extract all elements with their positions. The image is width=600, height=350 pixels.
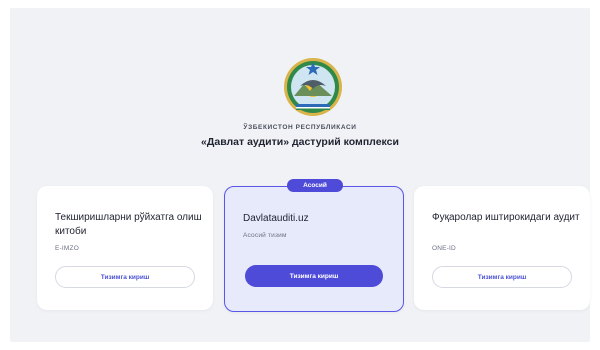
card-auth-method: E-IMZO [55, 245, 79, 252]
card-title: Фуқаролар иштирокидаги аудит [432, 212, 580, 223]
card-title: Davlatauditi.uz [243, 213, 309, 224]
main-badge: Асосий [287, 179, 343, 192]
login-button-primary[interactable]: Тизимга кириш [245, 265, 383, 287]
card-title: Текширишларни рўйхатга олиш китоби [55, 212, 202, 237]
login-button[interactable]: Тизимга кириш [432, 266, 572, 288]
card-registration-book: Текширишларни рўйхатга олиш китоби E-IMZ… [37, 186, 213, 310]
card-auth-method: ONE-ID [432, 245, 456, 252]
state-emblem-icon [284, 58, 342, 116]
card-davlatauditi: Davlatauditi.uz Асосий тизим Тизимга кир… [224, 186, 404, 312]
login-button[interactable]: Тизимга кириш [55, 266, 195, 288]
card-system-type: Асосий тизим [243, 232, 287, 239]
page-title: «Давлат аудити» дастурий комплекси [201, 136, 399, 148]
republic-label: ЎЗБЕКИСТОН РЕСПУБЛИКАСИ [243, 124, 357, 131]
card-citizen-audit: Фуқаролар иштирокидаги аудит ONE-ID Тизи… [414, 186, 590, 310]
